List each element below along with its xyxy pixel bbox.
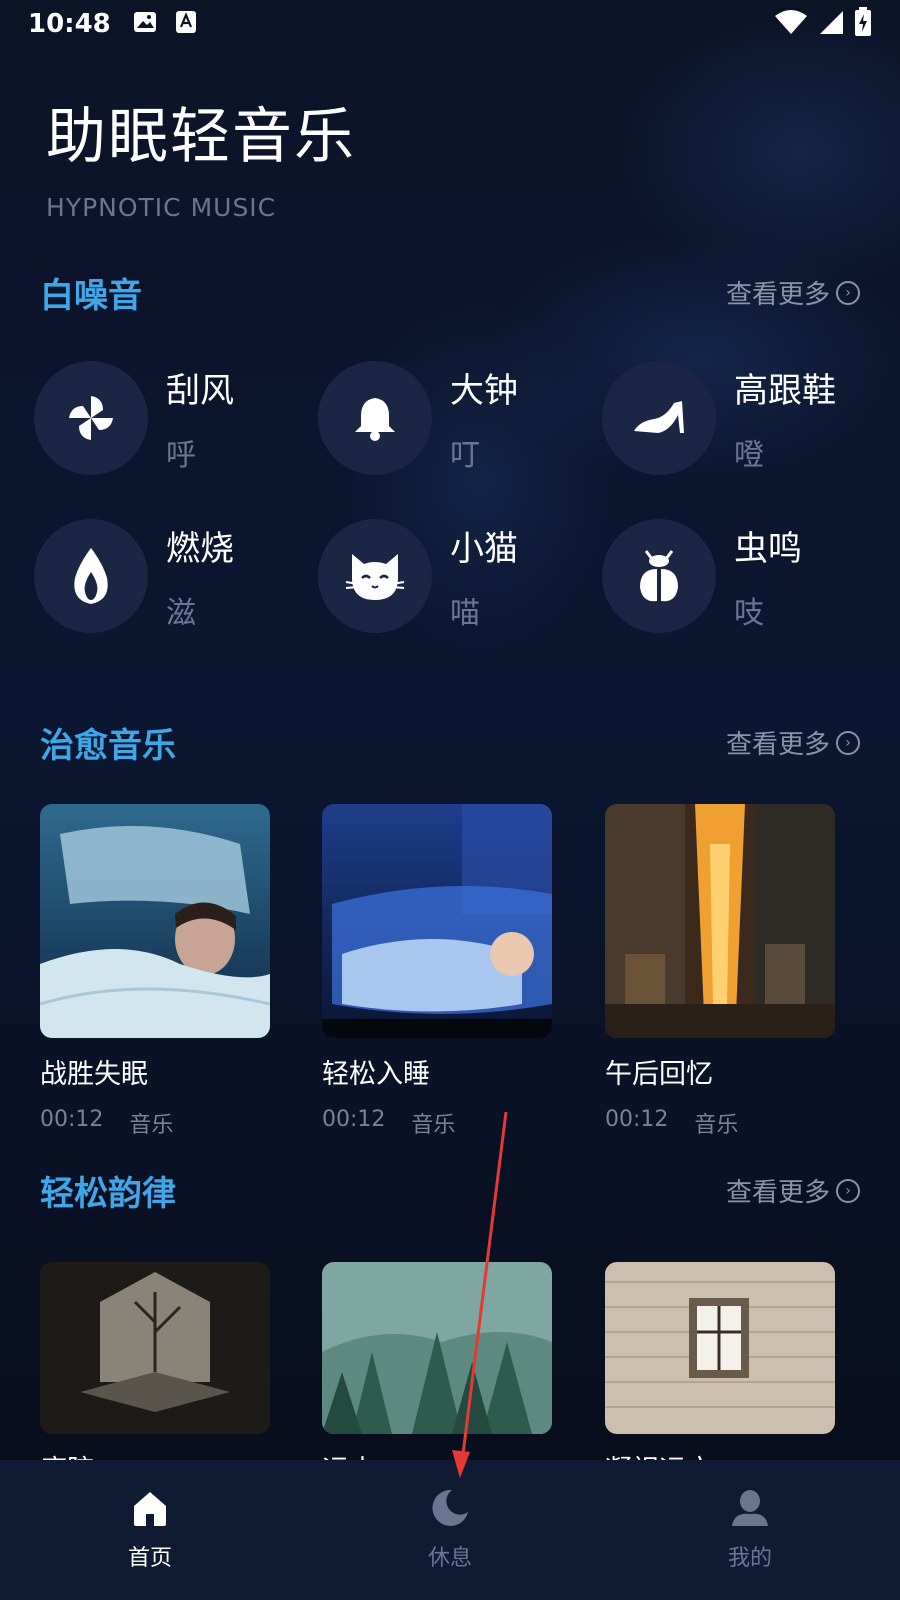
card-tag: 音乐 — [411, 1113, 456, 1138]
status-time: 10:48 — [28, 9, 111, 39]
rhythm-card[interactable]: 凝视远方 — [605, 1262, 835, 1487]
noise-item-insect[interactable]: 虫鸣 吱 — [602, 516, 882, 636]
healing-card[interactable]: 战胜失眠 00:12 音乐 — [40, 804, 270, 1139]
more-label: 查看更多 — [725, 730, 830, 760]
battery-icon — [854, 7, 872, 41]
noise-name: 刮风 — [166, 370, 234, 411]
app-subtitle: HYPNOTIC MUSIC — [46, 193, 277, 222]
noise-item-fire[interactable]: 燃烧 滋 — [34, 516, 314, 636]
home-icon — [130, 1488, 170, 1532]
card-image-mountains — [322, 1262, 552, 1434]
card-image-window — [605, 1262, 835, 1434]
noise-item-clock[interactable]: 大钟 叮 — [318, 358, 598, 478]
nav-profile[interactable]: 我的 — [600, 1460, 900, 1600]
noise-name: 高跟鞋 — [734, 370, 836, 411]
user-icon — [730, 1488, 770, 1532]
card-title: 轻松入睡 — [322, 1059, 430, 1090]
white-noise-section-header: 白噪音 查看更多 › — [40, 268, 860, 317]
noise-item-wind[interactable]: 刮风 呼 — [34, 358, 314, 478]
more-label: 查看更多 — [725, 280, 830, 310]
rhythm-card[interactable]: 庭院 — [40, 1262, 270, 1487]
card-duration: 00:12 — [40, 1107, 104, 1132]
card-tag: 音乐 — [129, 1113, 174, 1138]
nav-label-rest: 休息 — [427, 1546, 472, 1571]
noise-item-cat[interactable]: 小猫 喵 — [318, 516, 598, 636]
noise-name: 燃烧 — [166, 528, 234, 569]
signal-icon — [818, 9, 844, 39]
image-notification-icon — [133, 11, 157, 37]
cat-icon — [318, 519, 432, 633]
noise-sub: 吱 — [734, 595, 764, 631]
more-label: 查看更多 — [725, 1178, 830, 1208]
rhythm-card[interactable]: 远山 — [322, 1262, 552, 1487]
card-duration: 00:12 — [605, 1107, 669, 1132]
card-image-sleeping-baby — [322, 804, 552, 1038]
noise-name: 大钟 — [450, 370, 518, 411]
healing-more-link[interactable]: 查看更多 › — [726, 724, 860, 761]
bottom-nav: 首页 休息 我的 — [0, 1460, 900, 1600]
card-tag: 音乐 — [694, 1113, 739, 1138]
chevron-right-icon: › — [836, 1178, 860, 1203]
rhythm-section-header: 轻松韵律 查看更多 › — [40, 1166, 860, 1215]
card-duration: 00:12 — [322, 1107, 386, 1132]
nav-label-profile: 我的 — [727, 1546, 772, 1571]
noise-sub: 呼 — [166, 437, 196, 473]
pinwheel-icon — [34, 361, 148, 475]
section-title-rhythm: 轻松韵律 — [40, 1174, 176, 1214]
healing-card[interactable]: 轻松入睡 00:12 音乐 — [322, 804, 552, 1139]
chevron-right-icon: › — [836, 280, 860, 305]
nav-rest[interactable]: 休息 — [300, 1460, 600, 1600]
wifi-icon — [774, 9, 808, 39]
nav-label-home: 首页 — [127, 1546, 172, 1571]
bell-icon — [318, 361, 432, 475]
white-noise-more-link[interactable]: 查看更多 › — [726, 274, 860, 311]
chevron-right-icon: › — [836, 730, 860, 755]
app-title: 助眠轻音乐 — [46, 102, 356, 172]
nav-home[interactable]: 首页 — [0, 1460, 300, 1600]
card-title: 战胜失眠 — [40, 1059, 148, 1090]
section-title-white-noise: 白噪音 — [40, 276, 142, 316]
noise-sub: 噔 — [734, 437, 764, 473]
header: 助眠轻音乐 HYPNOTIC MUSIC — [46, 88, 356, 222]
card-title: 午后回忆 — [605, 1059, 713, 1090]
noise-name: 小猫 — [450, 528, 518, 569]
healing-section-header: 治愈音乐 查看更多 › — [40, 718, 860, 767]
card-image-insomnia — [40, 804, 270, 1038]
noise-sub: 叮 — [450, 437, 480, 473]
rhythm-more-link[interactable]: 查看更多 › — [726, 1172, 860, 1209]
flame-icon — [34, 519, 148, 633]
card-image-alley — [605, 804, 835, 1038]
moon-icon — [430, 1488, 470, 1532]
status-bar: 10:48 — [0, 0, 900, 48]
noise-sub: 喵 — [450, 595, 480, 631]
noise-sub: 滋 — [166, 595, 196, 631]
font-notification-icon — [175, 10, 197, 38]
high-heel-icon — [602, 361, 716, 475]
beetle-icon — [602, 519, 716, 633]
noise-name: 虫鸣 — [734, 528, 802, 569]
healing-card[interactable]: 午后回忆 00:12 音乐 — [605, 804, 835, 1139]
noise-item-heels[interactable]: 高跟鞋 噔 — [602, 358, 882, 478]
card-image-courtyard — [40, 1262, 270, 1434]
section-title-healing: 治愈音乐 — [40, 726, 176, 766]
